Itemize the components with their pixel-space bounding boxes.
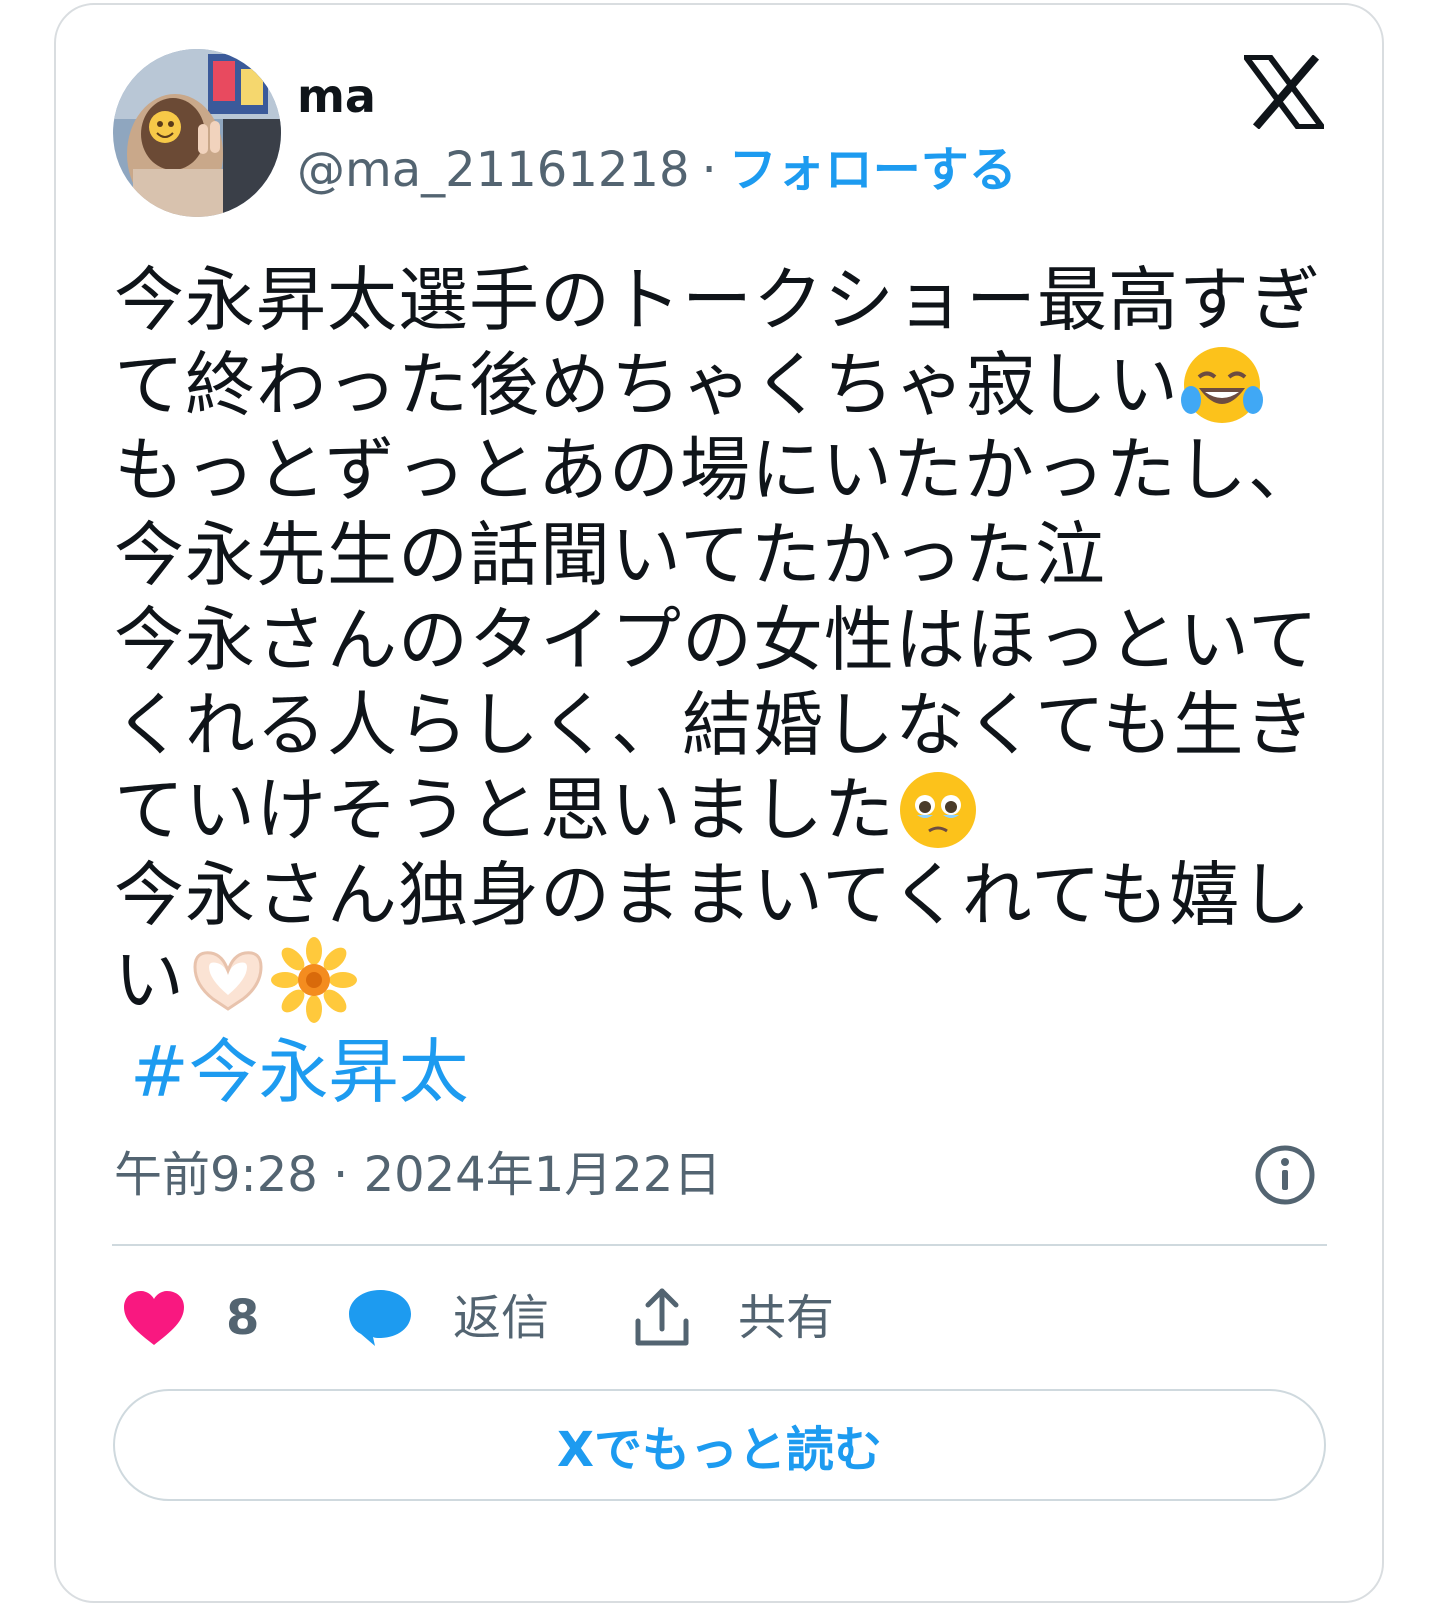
hashtag-link[interactable]: #今永昇太 (130, 1030, 469, 1115)
heart-icon (124, 1291, 184, 1345)
tweet-line-text: い (114, 939, 185, 1021)
tweet-line: 今永さん独身のままいてくれても嬉し (114, 854, 1312, 936)
tweet-timestamp[interactable]: 午前9:28 · 2024年1月22日 (114, 1145, 721, 1205)
tweet-line-with-emoji: い (114, 936, 1334, 1023)
blossom-icon (271, 936, 357, 1023)
tweet-text: 今永昇太選手のトークショー最高すぎ て終わった後めちゃくちゃ寂しい もっとずっと… (114, 258, 1334, 1023)
tweet-line: くれる人らしく、結婚しなくても生き (114, 684, 1316, 766)
tweet-line: もっとずっとあの場にいたかったし、 (114, 429, 1319, 511)
author-display-name[interactable]: ma (297, 66, 376, 126)
like-button[interactable]: 8 (122, 1282, 259, 1354)
author-handle-row: @ma_21161218 · フォローする (297, 140, 1017, 200)
tweet-line-with-emoji: て終わった後めちゃくちゃ寂しい (114, 343, 1334, 428)
tweet-line-text: ていけそうと思いました (114, 769, 895, 851)
tweet-line-text: て終わった後めちゃくちゃ寂しい (114, 344, 1179, 426)
reply-button[interactable]: 返信 (347, 1282, 549, 1354)
handle-separator: · (701, 142, 717, 198)
share-button[interactable]: 共有 (632, 1282, 834, 1354)
author-handle[interactable]: @ma_21161218 (297, 142, 689, 198)
tweet-line: 今永昇太選手のトークショー最高すぎ (114, 259, 1321, 341)
tweet-line-with-emoji: ていけそうと思いました (114, 768, 1334, 853)
face-holding-back-tears-icon (900, 771, 976, 848)
face-with-tears-of-joy-icon (1181, 346, 1263, 423)
follow-button[interactable]: フォローする (729, 142, 1017, 198)
reply-label: 返信 (453, 1290, 550, 1346)
divider (112, 1244, 1327, 1246)
x-logo-icon[interactable] (1240, 54, 1328, 130)
tweet-line: 今永先生の話聞いてたかった泣 (114, 514, 1106, 596)
share-label: 共有 (738, 1290, 835, 1346)
avatar[interactable] (113, 49, 281, 217)
like-count: 8 (226, 1290, 260, 1346)
heart-hands-icon (193, 951, 263, 1011)
share-upload-icon (635, 1288, 689, 1346)
tweet-line: 今永さんのタイプの女性はほっといて (114, 599, 1319, 681)
info-icon[interactable] (1254, 1144, 1316, 1206)
speech-bubble-icon (349, 1290, 411, 1346)
action-bar: 8 返信 共有 (112, 1282, 1327, 1354)
read-more-on-x-button[interactable]: Xでもっと読む (113, 1389, 1326, 1501)
